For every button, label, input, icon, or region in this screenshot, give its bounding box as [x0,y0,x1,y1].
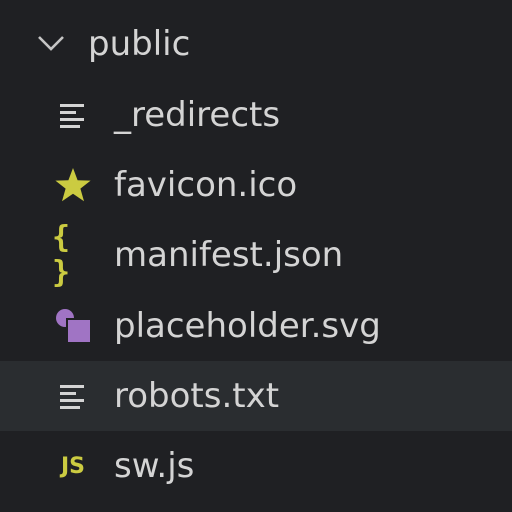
lines-icon [52,378,94,414]
js-icon: JS [60,453,86,479]
braces-icon: { } [52,220,73,290]
file-label: _redirects [114,95,281,135]
file-label: sw.js [114,446,195,486]
folder-label: public [88,24,191,64]
file-explorer: public _redirects favicon.ico { } manife… [0,0,512,512]
file-row-swjs[interactable]: JS sw.js [0,431,512,501]
file-row-favicon[interactable]: favicon.ico [0,150,512,220]
file-row-robots[interactable]: robots.txt [0,361,512,431]
lines-icon [52,97,94,133]
file-label: favicon.ico [114,165,298,205]
folder-row-public[interactable]: public [0,10,512,80]
file-label: robots.txt [114,376,280,416]
file-label: placeholder.svg [114,306,381,346]
star-icon [52,167,94,203]
svg-shapes-icon [52,308,94,344]
file-label: manifest.json [114,235,344,275]
file-row-placeholder[interactable]: placeholder.svg [0,291,512,361]
file-row-redirects[interactable]: _redirects [0,80,512,150]
file-row-manifest[interactable]: { } manifest.json [0,220,512,290]
chevron-down-icon[interactable] [36,32,66,54]
